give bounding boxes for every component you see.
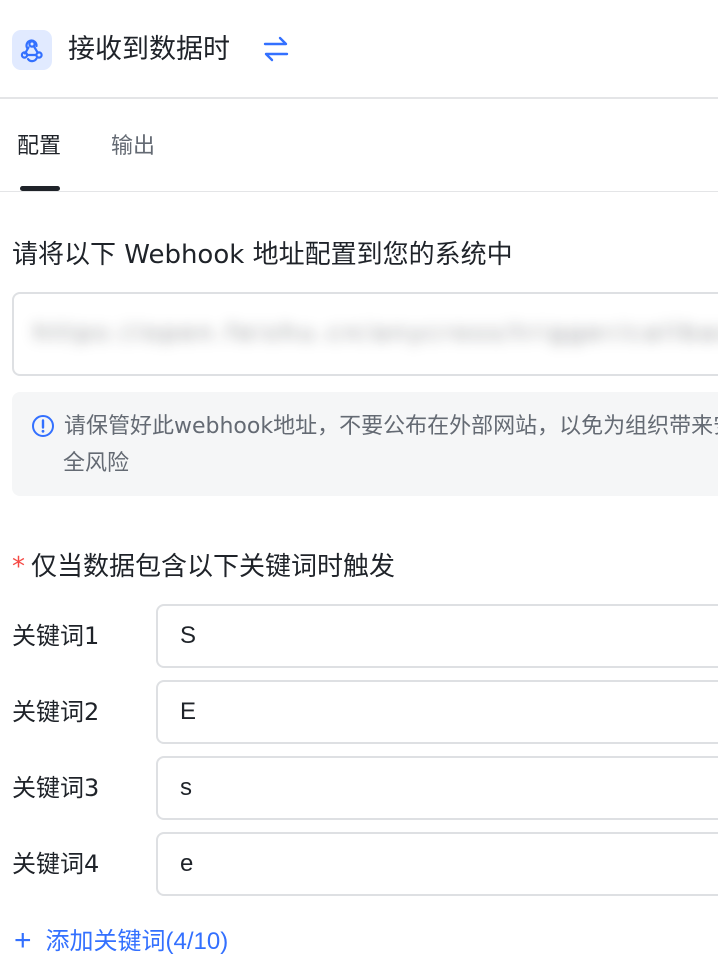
swap-arrows-icon[interactable]	[262, 34, 290, 64]
keyword-label: 关键词1	[12, 622, 100, 650]
info-icon	[31, 414, 55, 438]
required-marker: *	[12, 552, 25, 582]
keyword-label: 关键词2	[12, 698, 100, 726]
notice-line-1: 请保管好此webhook地址，不要公布在外部网站，以免为组织带来安	[64, 414, 718, 439]
keyword-input[interactable]	[156, 680, 718, 744]
keyword-row: 关键词3	[0, 756, 718, 820]
webhook-section-label: 请将以下 Webhook 地址配置到您的系统中	[12, 240, 513, 270]
active-tab-indicator	[20, 186, 60, 191]
add-keyword-label: 添加关键词(4/10)	[45, 928, 229, 955]
keyword-label: 关键词3	[12, 774, 100, 802]
security-notice: 请保管好此webhook地址，不要公布在外部网站，以免为组织带来安 全风险	[12, 392, 718, 496]
tab-config[interactable]: 配置	[17, 130, 61, 164]
keyword-input[interactable]	[156, 756, 718, 820]
keyword-label: 关键词4	[12, 850, 100, 878]
keyword-input[interactable]	[156, 604, 718, 668]
webhook-icon	[12, 30, 52, 70]
keyword-row: 关键词1	[0, 604, 718, 668]
tab-bar: 配置 输出	[0, 100, 718, 192]
node-header: 接收到数据时	[0, 0, 718, 99]
plus-icon: +	[14, 924, 32, 957]
add-keyword-button[interactable]: + 添加关键词(4/10)	[14, 922, 228, 961]
notice-line-2: 全风险	[63, 451, 130, 476]
keyword-row: 关键词2	[0, 680, 718, 744]
webhook-url-value: https://open.feishu.cn/anycross/trigger/…	[34, 321, 718, 346]
webhook-url-field[interactable]: https://open.feishu.cn/anycross/trigger/…	[12, 292, 718, 376]
keywords-label: * 仅当数据包含以下关键词时触发	[12, 548, 395, 586]
notice-text: 请保管好此webhook地址，不要公布在外部网站，以免为组织带来安 全风险	[63, 408, 718, 482]
keywords-label-text: 仅当数据包含以下关键词时触发	[31, 552, 396, 582]
keyword-row: 关键词4	[0, 832, 718, 896]
keyword-input[interactable]	[156, 832, 718, 896]
tab-output[interactable]: 输出	[111, 130, 155, 164]
page-title: 接收到数据时	[68, 34, 230, 65]
